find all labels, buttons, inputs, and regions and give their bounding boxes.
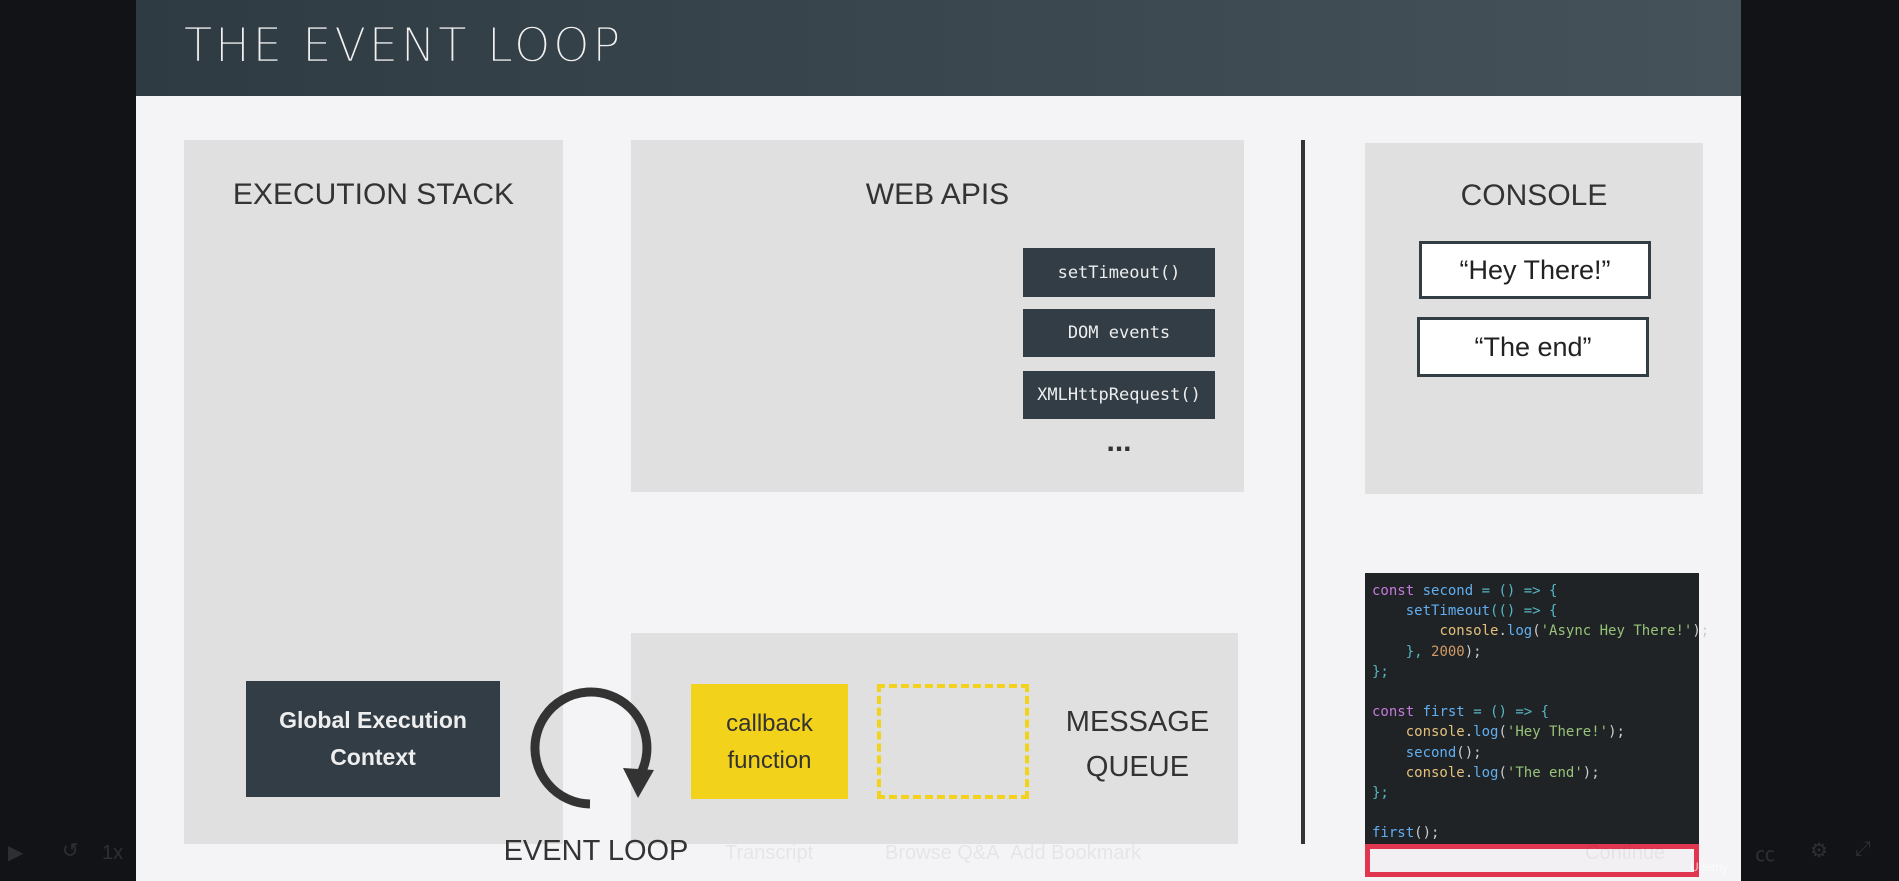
continue-button[interactable]: Continue [1585,842,1665,865]
time-display: 6:30 / 8:44 [210,842,305,864]
play-icon[interactable]: ▶ [8,840,23,865]
speed-button[interactable]: 1x [102,842,123,865]
transcript-button[interactable]: Transcript [725,842,813,865]
browse-qa-button[interactable]: Browse Q&A [885,842,999,865]
settings-icon[interactable]: ⚙ [1810,838,1828,863]
message-queue-title-line2: QUEUE [1085,751,1190,783]
slide-title: THE EVENT LOOP [184,18,624,73]
execution-stack-title: EXECUTION STACK [232,178,515,211]
empty-queue-slot [877,684,1029,799]
message-queue-title-line1: MESSAGE [1065,706,1210,738]
web-apis-more: ... [1106,425,1132,458]
web-api-settimeout: setTimeout() [1023,248,1215,297]
fullscreen-icon[interactable]: ⤢ [1855,838,1871,861]
console-title: CONSOLE [1460,179,1608,212]
rewind-icon[interactable]: ↺ [62,838,79,863]
circular-arrow-icon [530,687,654,809]
udemy-logo: Udemy [1690,860,1729,874]
web-api-dom-events: DOM events [1023,309,1215,357]
forward-icon[interactable]: ↻ [170,838,187,863]
console-line: “Hey There!” [1419,241,1651,299]
code-snippet: const second = () => { setTimeout(() => … [1365,573,1709,844]
web-api-xmlhttprequest: XMLHttpRequest() [1023,371,1215,419]
add-bookmark-button[interactable]: Add Bookmark [1010,842,1141,865]
web-apis-title: WEB APIS [865,178,1010,211]
global-execution-context: Global Execution Context [246,681,500,797]
callback-function: callback function [691,684,848,799]
console-line: “The end” [1417,317,1649,377]
cc-icon[interactable]: ㏄ [1755,838,1775,867]
message-queue-title: MESSAGE QUEUE [1050,700,1225,790]
divider [1301,140,1305,844]
player-controls: ▶ ↺ 1x ↻ 6:30 / 8:44 Transcript Browse Q… [0,820,1899,881]
